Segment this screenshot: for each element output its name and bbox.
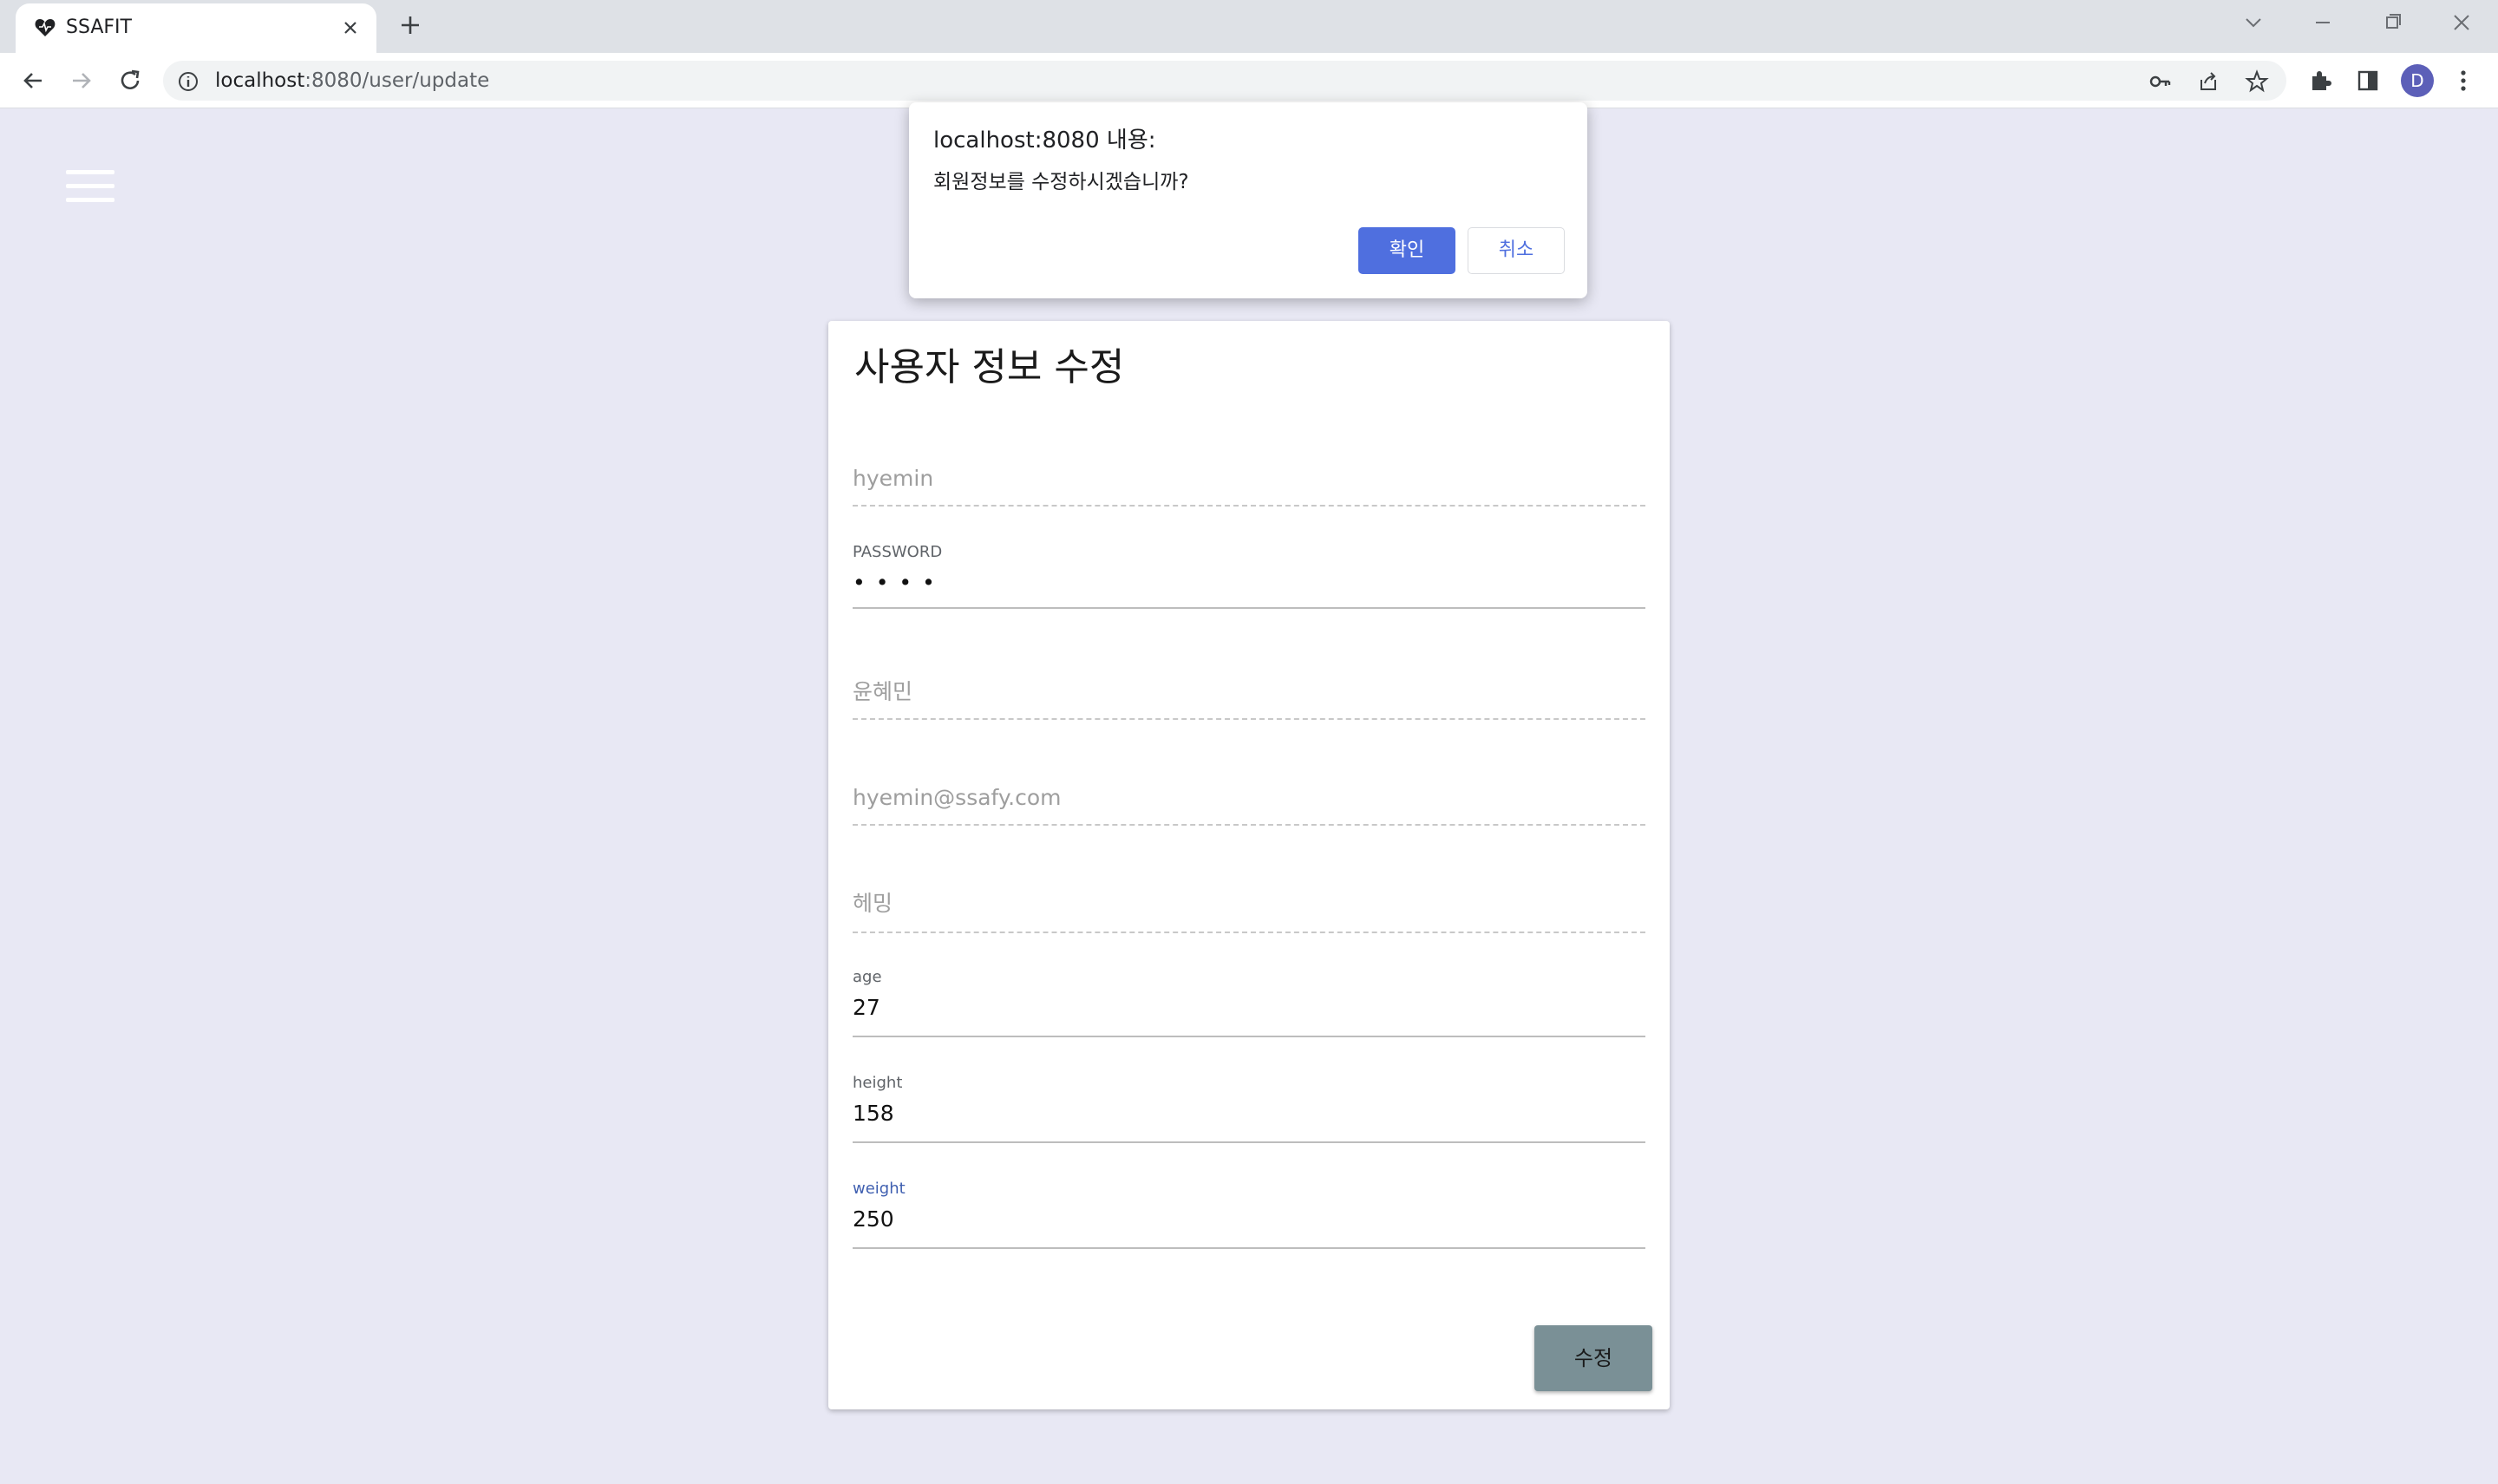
ok-button[interactable]: 확인 xyxy=(1358,227,1455,274)
back-arrow-icon[interactable] xyxy=(17,65,49,96)
key-icon[interactable] xyxy=(2148,69,2172,94)
height-label: height xyxy=(853,1074,903,1092)
more-options-icon[interactable] xyxy=(2450,68,2476,94)
page-title: 사용자 정보 수정 xyxy=(854,345,1125,389)
nickname-placeholder: 헤밍 xyxy=(853,891,893,916)
browser-tab[interactable]: SSAFIT xyxy=(16,3,376,53)
tab-title: SSAFIT xyxy=(66,16,132,38)
height-underline xyxy=(853,1141,1645,1143)
age-label: age xyxy=(853,968,882,986)
reload-icon[interactable] xyxy=(114,65,146,96)
new-tab-icon[interactable] xyxy=(397,12,423,38)
side-panel-icon[interactable] xyxy=(2355,68,2381,94)
forward-arrow-icon[interactable] xyxy=(66,65,97,96)
info-icon[interactable] xyxy=(177,70,199,93)
share-icon[interactable] xyxy=(2196,69,2220,94)
weight-field[interactable]: weight 250 xyxy=(853,1180,1645,1258)
weight-value: 250 xyxy=(853,1206,894,1232)
cancel-button[interactable]: 취소 xyxy=(1468,227,1565,274)
browser-toolbar: localhost:8080/user/update D xyxy=(0,53,2498,108)
age-underline xyxy=(853,1036,1645,1037)
password-value: • • • • xyxy=(853,570,937,595)
height-value: 158 xyxy=(853,1101,894,1126)
id-underline xyxy=(853,505,1645,507)
id-field[interactable]: hyemin xyxy=(853,451,1645,512)
minimize-icon[interactable] xyxy=(2305,9,2340,36)
profile-avatar[interactable]: D xyxy=(2401,64,2434,97)
password-label: PASSWORD xyxy=(853,543,943,561)
nickname-underline xyxy=(853,932,1645,933)
email-placeholder: hyemin@ssafy.com xyxy=(853,785,1062,810)
age-field[interactable]: age 27 xyxy=(853,968,1645,1046)
email-underline xyxy=(853,824,1645,826)
age-value: 27 xyxy=(853,995,880,1020)
dialog-message: 회원정보를 수정하시겠습니까? xyxy=(933,171,1189,193)
password-field[interactable]: PASSWORD • • • • xyxy=(853,543,1645,621)
url-path: :8080/user/update xyxy=(304,69,490,92)
restore-icon[interactable] xyxy=(2375,9,2410,36)
nickname-field[interactable]: 헤밍 xyxy=(853,876,1645,937)
menu-icon[interactable] xyxy=(66,170,114,203)
name-field[interactable]: 윤혜민 xyxy=(853,664,1645,725)
email-field[interactable]: hyemin@ssafy.com xyxy=(853,770,1645,831)
id-placeholder: hyemin xyxy=(853,466,934,491)
confirm-dialog: localhost:8080 내용: 회원정보를 수정하시겠습니까? 확인 취소 xyxy=(909,102,1587,298)
window-close-icon[interactable] xyxy=(2444,9,2479,36)
height-field[interactable]: height 158 xyxy=(853,1074,1645,1152)
dialog-title: localhost:8080 내용: xyxy=(933,127,1156,154)
star-icon[interactable] xyxy=(2245,69,2269,94)
browser-tabstrip: SSAFIT xyxy=(0,0,2498,53)
url-host: localhost xyxy=(215,69,305,92)
user-update-card: 사용자 정보 수정 hyemin PASSWORD • • • • 윤혜민 hy… xyxy=(828,321,1670,1409)
address-bar[interactable]: localhost:8080/user/update xyxy=(163,61,2286,101)
heart-icon xyxy=(35,19,56,36)
extensions-icon[interactable] xyxy=(2307,68,2333,94)
weight-underline xyxy=(853,1247,1645,1249)
close-icon[interactable] xyxy=(338,16,363,40)
submit-button[interactable]: 수정 xyxy=(1534,1325,1652,1391)
weight-label: weight xyxy=(853,1180,906,1198)
name-underline xyxy=(853,718,1645,720)
url-text[interactable]: localhost:8080/user/update xyxy=(215,69,489,93)
name-placeholder: 윤혜민 xyxy=(853,679,913,704)
chevron-down-icon[interactable] xyxy=(2236,9,2271,36)
password-underline xyxy=(853,607,1645,609)
